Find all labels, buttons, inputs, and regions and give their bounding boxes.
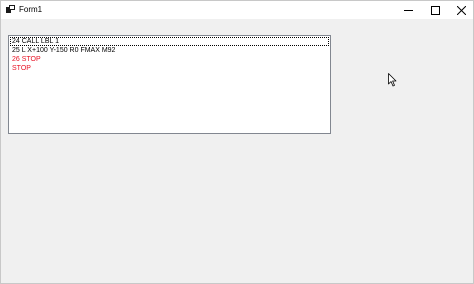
list-item[interactable]: 24 CALL LBL 1: [10, 37, 329, 46]
list-item[interactable]: STOP: [10, 64, 329, 73]
mouse-pointer-icon: [388, 73, 397, 87]
window-title: Form1: [19, 5, 43, 14]
close-icon: [456, 5, 466, 15]
close-button[interactable]: [447, 1, 474, 19]
minimize-icon: [403, 9, 413, 11]
program-listbox[interactable]: 24 CALL LBL 1 25 L X+100 Y-150 R0 FMAX M…: [8, 35, 331, 134]
list-item[interactable]: 26 STOP: [10, 55, 329, 64]
title-bar[interactable]: Form1: [1, 1, 473, 19]
list-item[interactable]: 25 L X+100 Y-150 R0 FMAX M92: [10, 46, 329, 55]
maximize-button[interactable]: [421, 1, 449, 19]
app-form-icon: [6, 5, 15, 13]
minimize-button[interactable]: [394, 1, 422, 19]
maximize-icon: [430, 5, 440, 15]
form1-window: Form1 24 CALL LBL 1 25 L X+100 Y-150 R0 …: [0, 0, 474, 284]
